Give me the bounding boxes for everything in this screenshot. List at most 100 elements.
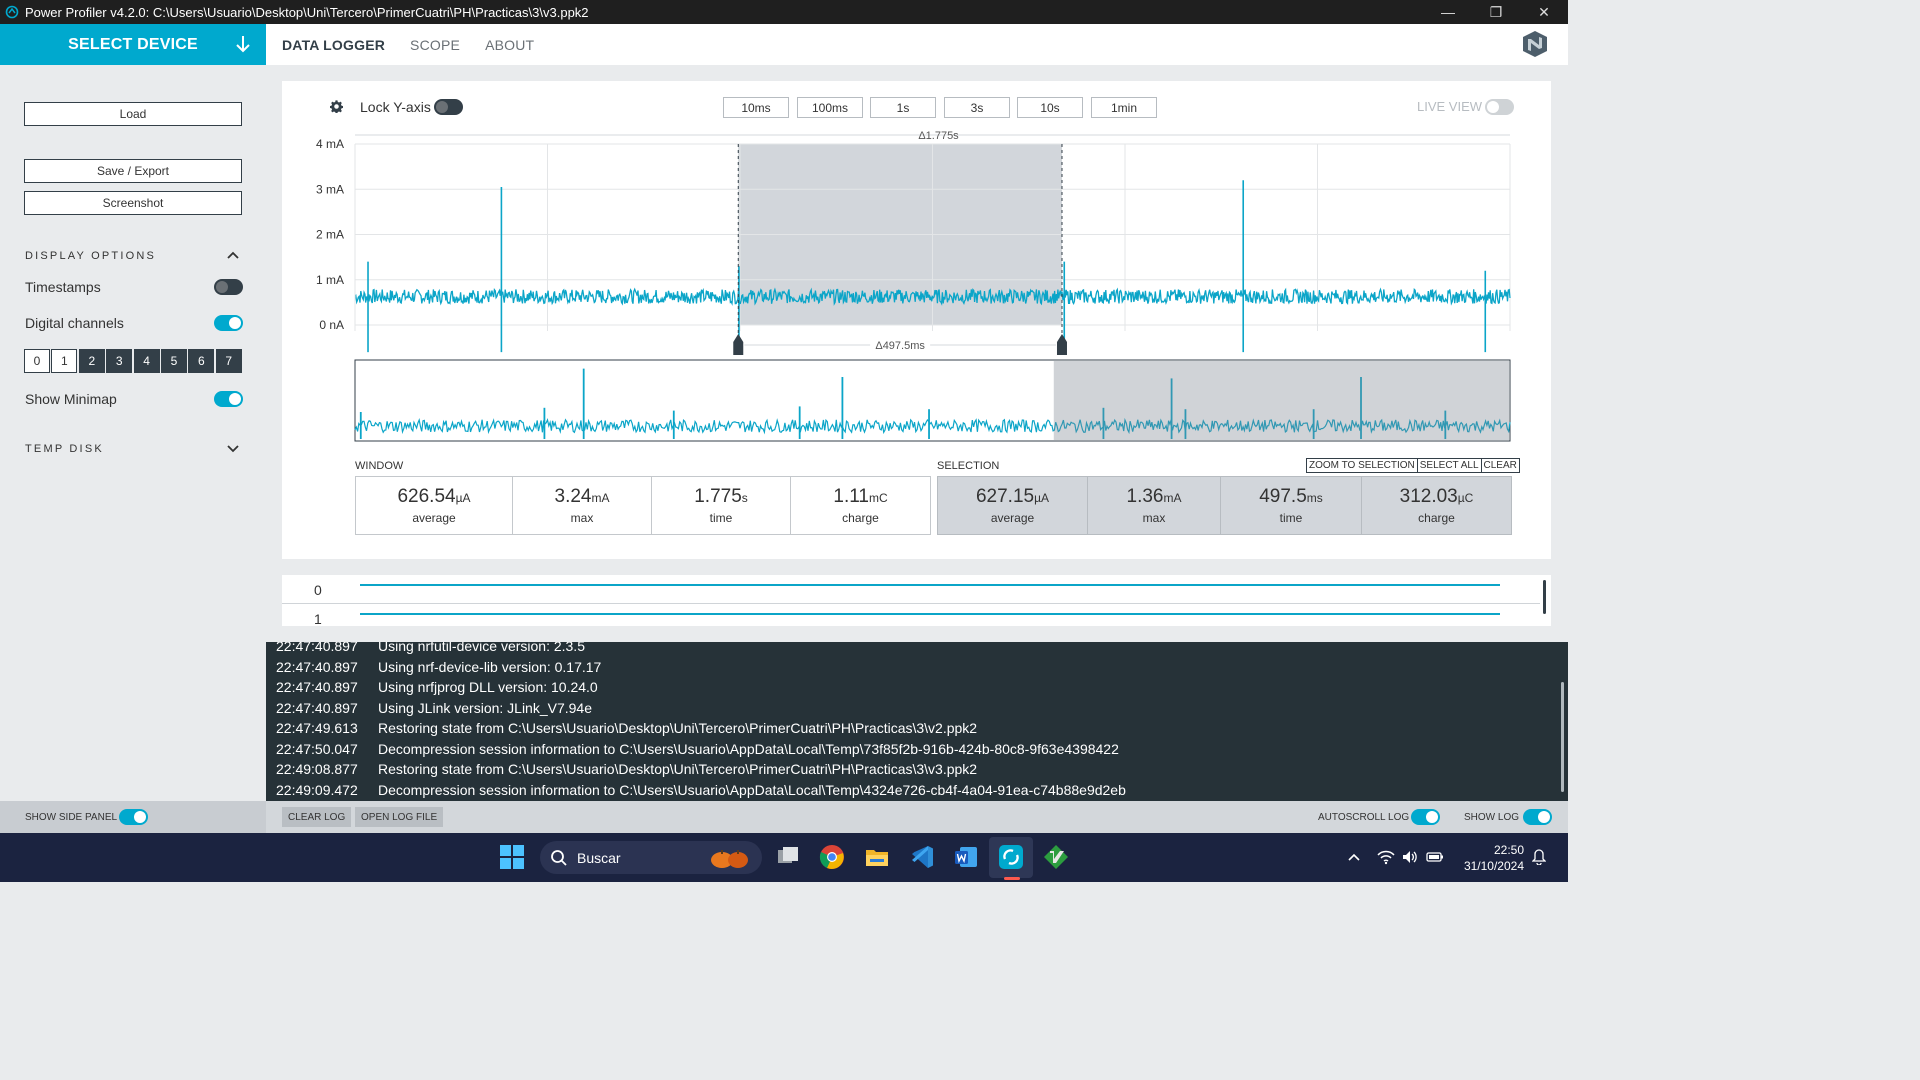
window-100ms-button[interactable]: 100ms bbox=[797, 97, 863, 118]
autoscroll-log-toggle[interactable] bbox=[1411, 809, 1440, 825]
minimize-button[interactable]: — bbox=[1424, 0, 1472, 24]
select-all-button[interactable]: SELECT ALL bbox=[1416, 458, 1482, 473]
channel-0-button[interactable]: 0 bbox=[24, 349, 50, 373]
channel-7-button[interactable]: 7 bbox=[215, 349, 242, 373]
save-export-button[interactable]: Save / Export bbox=[24, 159, 242, 183]
log-message: Using nrfutil-device version: 2.3.5 bbox=[378, 642, 585, 654]
temp-disk-header[interactable]: TEMP DISK bbox=[25, 443, 243, 455]
channel-4-button[interactable]: 4 bbox=[133, 349, 160, 373]
selection-start-handle[interactable] bbox=[733, 334, 744, 355]
log-entry: 22:47:40.897 Using nrfutil-device version… bbox=[276, 642, 585, 658]
side-panel-footer: SHOW SIDE PANEL bbox=[0, 801, 266, 833]
nrf-connect-icon[interactable] bbox=[998, 844, 1024, 870]
log-panel: 22:47:40.897 Using nrfutil-device version… bbox=[266, 642, 1568, 801]
show-minimap-option: Show Minimap bbox=[25, 391, 243, 407]
active-app-indicator bbox=[1004, 877, 1020, 880]
task-view-icon[interactable] bbox=[775, 844, 801, 870]
log-timestamp: 22:49:08.877 bbox=[276, 761, 358, 777]
taskbar-search[interactable]: Buscar bbox=[540, 841, 762, 874]
app-icon bbox=[5, 5, 19, 19]
channel-5-button[interactable]: 5 bbox=[160, 349, 187, 373]
log-timestamp: 22:49:09.472 bbox=[276, 781, 358, 798]
word-icon[interactable] bbox=[953, 844, 979, 870]
channel-2-button[interactable]: 2 bbox=[78, 349, 105, 373]
vim-icon[interactable] bbox=[1043, 844, 1069, 870]
minimap-viewport[interactable] bbox=[1053, 361, 1509, 440]
clear-log-button[interactable]: CLEAR LOG bbox=[282, 807, 352, 827]
nordic-logo-icon bbox=[1523, 31, 1547, 57]
arrow-down-icon bbox=[236, 36, 250, 53]
display-options-header[interactable]: DISPLAY OPTIONS bbox=[25, 250, 243, 262]
window-1min-button[interactable]: 1min bbox=[1091, 97, 1157, 118]
digital-channels-toggle[interactable] bbox=[214, 315, 243, 331]
window-3s-button[interactable]: 3s bbox=[944, 97, 1010, 118]
log-message: Decompression session information to C:\… bbox=[378, 740, 1119, 757]
current-chart[interactable]: 4 mA 3 mA 2 mA 1 mA 0 nA Δ1.775s Δ497.5ms bbox=[282, 121, 1551, 451]
selection-duration-label: Δ497.5ms bbox=[875, 340, 925, 352]
chrome-icon[interactable] bbox=[819, 844, 845, 870]
tab-data-logger[interactable]: DATA LOGGER bbox=[282, 37, 385, 53]
digital-row-divider bbox=[282, 603, 1540, 604]
channel-1-button[interactable]: 1 bbox=[51, 349, 78, 373]
selection-stats-label: SELECTION bbox=[937, 460, 1000, 472]
digital-scrollbar[interactable] bbox=[1543, 580, 1546, 614]
digital-row-label-1: 1 bbox=[314, 611, 322, 627]
channel-6-button[interactable]: 6 bbox=[188, 349, 215, 373]
live-view-toggle[interactable] bbox=[1485, 99, 1514, 115]
show-side-panel-toggle[interactable] bbox=[119, 809, 148, 825]
title-bar: Power Profiler v4.2.0: C:\Users\Usuario\… bbox=[0, 0, 1568, 24]
close-button[interactable]: ✕ bbox=[1520, 0, 1568, 24]
digital-channels-label: Digital channels bbox=[25, 315, 124, 331]
log-entry: 22:47:49.613 Restoring state from C:\User… bbox=[276, 720, 977, 740]
battery-icon[interactable] bbox=[1426, 850, 1444, 864]
vscode-icon[interactable] bbox=[909, 844, 935, 870]
window-title: Power Profiler v4.2.0: C:\Users\Usuario\… bbox=[25, 4, 589, 20]
show-minimap-toggle[interactable] bbox=[214, 391, 243, 407]
volume-icon[interactable] bbox=[1402, 849, 1418, 865]
timestamps-toggle[interactable] bbox=[214, 279, 243, 295]
halloween-pumpkin-icon bbox=[711, 850, 748, 868]
system-clock[interactable]: 22:50 31/10/2024 bbox=[1464, 842, 1524, 874]
selection-end-handle[interactable] bbox=[1056, 334, 1067, 355]
file-explorer-icon[interactable] bbox=[864, 844, 890, 870]
show-log-toggle[interactable] bbox=[1523, 809, 1552, 825]
wifi-icon[interactable] bbox=[1377, 849, 1395, 865]
clock-date: 31/10/2024 bbox=[1463, 859, 1524, 873]
log-message: Using nrf-device-lib version: 0.17.17 bbox=[378, 658, 602, 675]
main-nav: DATA LOGGER SCOPE ABOUT bbox=[282, 37, 559, 53]
window-stats: 626.54µA average 3.24mA max 1.775s time … bbox=[355, 476, 931, 535]
window-10s-button[interactable]: 10s bbox=[1017, 97, 1083, 118]
notification-bell-icon[interactable] bbox=[1532, 849, 1546, 865]
log-timestamp: 22:47:40.897 bbox=[276, 658, 358, 675]
select-device-button[interactable]: SELECT DEVICE bbox=[0, 24, 266, 65]
zoom-to-selection-button[interactable]: ZOOM TO SELECTION bbox=[1306, 458, 1418, 473]
top-bar: SELECT DEVICE DATA LOGGER SCOPE ABOUT bbox=[0, 24, 1568, 65]
log-message: Using JLink version: JLink_V7.94e bbox=[378, 699, 593, 716]
tab-scope[interactable]: SCOPE bbox=[410, 37, 460, 53]
window-10ms-button[interactable]: 10ms bbox=[723, 97, 789, 118]
gear-icon[interactable] bbox=[330, 100, 343, 113]
window-1s-button[interactable]: 1s bbox=[870, 97, 936, 118]
log-scrollbar[interactable] bbox=[1561, 682, 1564, 792]
screenshot-button[interactable]: Screenshot bbox=[24, 191, 242, 215]
lock-y-axis-toggle[interactable] bbox=[434, 99, 463, 115]
digital-channels-card: 0 1 bbox=[282, 575, 1551, 627]
log-entry: 22:49:08.877 Restoring state from C:\User… bbox=[276, 761, 977, 781]
chevron-up-icon[interactable] bbox=[1347, 850, 1361, 864]
open-log-file-button[interactable]: OPEN LOG FILE bbox=[355, 807, 444, 827]
y-tick-label: 1 mA bbox=[316, 273, 344, 287]
side-panel: Load Save / Export Screenshot DISPLAY OP… bbox=[0, 65, 266, 801]
restore-button[interactable]: ❐ bbox=[1472, 0, 1520, 24]
autoscroll-log-label: AUTOSCROLL LOG bbox=[1318, 812, 1410, 823]
y-tick-label: 3 mA bbox=[316, 182, 344, 196]
log-entry: 22:47:40.897 Using nrf-device-lib version… bbox=[276, 659, 601, 679]
show-log-label: SHOW LOG bbox=[1464, 812, 1520, 823]
clear-selection-button[interactable]: CLEAR bbox=[1480, 458, 1520, 473]
windows-start-icon[interactable] bbox=[499, 844, 525, 870]
window-stats-label: WINDOW bbox=[355, 460, 404, 472]
tab-about[interactable]: ABOUT bbox=[485, 37, 534, 53]
digital-row-label-0: 0 bbox=[314, 582, 322, 598]
load-button[interactable]: Load bbox=[24, 102, 242, 126]
log-entry: 22:47:50.047 Decompression session inform… bbox=[276, 741, 1119, 761]
channel-3-button[interactable]: 3 bbox=[106, 349, 133, 373]
